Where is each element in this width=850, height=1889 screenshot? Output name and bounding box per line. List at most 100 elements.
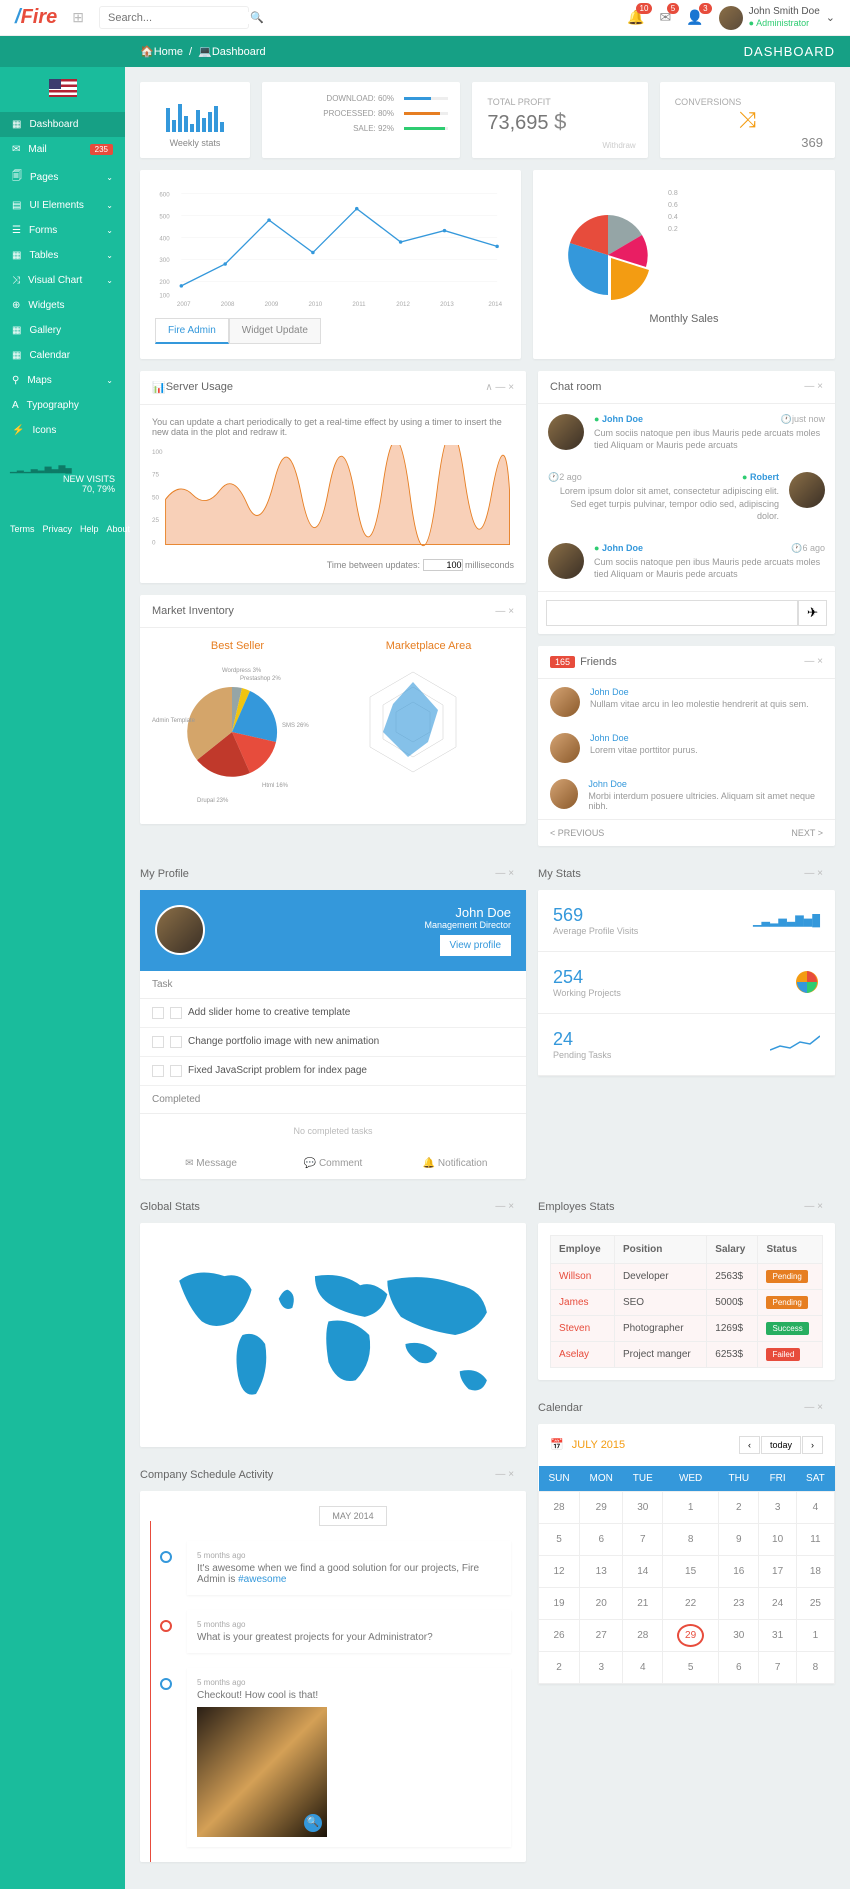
sidebar-item-gallery[interactable]: ▦Gallery — [0, 318, 125, 343]
notif-bell[interactable]: 🔔10 — [627, 9, 644, 26]
cal-cell[interactable]: 13 — [579, 1555, 623, 1587]
cal-cell[interactable]: 8 — [663, 1523, 719, 1555]
chat-name[interactable]: John Doe — [602, 543, 643, 553]
cal-cell[interactable]: 14 — [623, 1555, 663, 1587]
checkbox[interactable] — [152, 1007, 164, 1019]
cal-cell[interactable]: 7 — [759, 1651, 796, 1683]
cal-cell[interactable]: 27 — [579, 1619, 623, 1651]
footer-link-help[interactable]: Help — [80, 524, 99, 534]
sidebar-item-tables[interactable]: ▦Tables⌄ — [0, 243, 125, 268]
chat-input[interactable] — [546, 600, 798, 626]
home-icon[interactable]: 🏠 — [140, 45, 154, 58]
sidebar-item-ui-elements[interactable]: ▤UI Elements⌄ — [0, 193, 125, 218]
cal-cell[interactable]: 5 — [663, 1651, 719, 1683]
search-field[interactable] — [108, 12, 250, 24]
sidebar-item-icons[interactable]: ⚡Icons — [0, 418, 125, 443]
cal-prev[interactable]: ‹ — [739, 1436, 760, 1454]
cal-cell[interactable]: 20 — [579, 1587, 623, 1619]
sidebar-item-pages[interactable]: 🗐Pages⌄ — [0, 162, 125, 193]
cal-cell[interactable]: 2 — [539, 1651, 580, 1683]
cal-cell[interactable]: 25 — [796, 1587, 834, 1619]
friend-item[interactable]: John DoeLorem vitae porttitor purus. — [538, 725, 835, 771]
friends-next[interactable]: NEXT > — [791, 828, 823, 838]
cal-cell[interactable]: 9 — [719, 1523, 759, 1555]
cal-today[interactable]: today — [761, 1436, 801, 1454]
checkbox[interactable] — [152, 1036, 164, 1048]
cal-cell[interactable]: 31 — [759, 1619, 796, 1651]
cal-cell[interactable]: 26 — [539, 1619, 580, 1651]
cal-cell[interactable]: 22 — [663, 1587, 719, 1619]
footer-link-terms[interactable]: Terms — [10, 524, 35, 534]
cal-next[interactable]: › — [802, 1436, 823, 1454]
cal-cell[interactable]: 18 — [796, 1555, 834, 1587]
friend-item[interactable]: John DoeMorbi interdum posuere ultricies… — [538, 771, 835, 819]
search-input[interactable]: 🔍 — [99, 6, 249, 29]
sidebar-item-calendar[interactable]: ▦Calendar — [0, 343, 125, 368]
task-item[interactable]: Change portfolio image with new animatio… — [140, 1028, 526, 1057]
cal-cell[interactable]: 17 — [759, 1555, 796, 1587]
cal-cell[interactable]: 11 — [796, 1523, 834, 1555]
sidebar-item-visual-chart[interactable]: ⤨Visual Chart⌄ — [0, 268, 125, 293]
cal-cell[interactable]: 2 — [719, 1491, 759, 1523]
cal-cell[interactable]: 10 — [759, 1523, 796, 1555]
cal-cell[interactable]: 6 — [719, 1651, 759, 1683]
cal-cell[interactable]: 5 — [539, 1523, 580, 1555]
task-item[interactable]: Fixed JavaScript problem for index page — [140, 1057, 526, 1086]
cal-cell[interactable]: 3 — [579, 1651, 623, 1683]
world-map[interactable] — [152, 1235, 514, 1435]
cal-cell[interactable]: 30 — [623, 1491, 663, 1523]
panel-controls[interactable]: — × — [804, 656, 823, 667]
flag-selector[interactable] — [0, 67, 125, 112]
cal-cell[interactable]: 24 — [759, 1587, 796, 1619]
panel-controls[interactable]: — × — [495, 1201, 514, 1212]
view-profile-button[interactable]: View profile — [440, 935, 512, 956]
sidebar-item-dashboard[interactable]: ▦Dashboard — [0, 112, 125, 137]
panel-controls[interactable]: — × — [804, 381, 823, 392]
cal-cell[interactable]: 19 — [539, 1587, 580, 1619]
cal-cell[interactable]: 1 — [796, 1619, 834, 1651]
breadcrumb-page[interactable]: Dashboard — [212, 46, 266, 58]
panel-controls[interactable]: — × — [495, 868, 514, 879]
cal-cell[interactable]: 4 — [796, 1491, 834, 1523]
user-menu[interactable]: John Smith Doe ● Administrator ⌄ — [719, 6, 835, 30]
timeline-image[interactable]: 🔍 — [197, 1707, 327, 1837]
cal-cell[interactable]: 28 — [623, 1619, 663, 1651]
panel-controls[interactable]: — × — [804, 1402, 823, 1413]
panel-controls[interactable]: ∧ — × — [485, 382, 514, 393]
cal-cell[interactable]: 8 — [796, 1651, 834, 1683]
cal-cell[interactable]: 21 — [623, 1587, 663, 1619]
notif-user[interactable]: 👤3 — [686, 9, 703, 26]
footer-link-privacy[interactable]: Privacy — [43, 524, 73, 534]
chat-name[interactable]: Robert — [750, 472, 779, 482]
panel-controls[interactable]: — × — [804, 868, 823, 879]
sidebar-item-maps[interactable]: ⚲Maps⌄ — [0, 368, 125, 393]
notif-mail[interactable]: ✉5 — [659, 9, 671, 26]
zoom-icon[interactable]: 🔍 — [304, 1814, 322, 1832]
checkbox[interactable] — [170, 1007, 182, 1019]
sidebar-item-typography[interactable]: ATypography — [0, 393, 125, 418]
chat-name[interactable]: John Doe — [602, 414, 643, 424]
cal-cell[interactable]: 7 — [623, 1523, 663, 1555]
cal-cell[interactable]: 12 — [539, 1555, 580, 1587]
checkbox[interactable] — [152, 1065, 164, 1077]
chat-send-button[interactable]: ✈ — [798, 600, 827, 626]
cal-cell[interactable]: 15 — [663, 1555, 719, 1587]
breadcrumb-home[interactable]: Home — [154, 46, 183, 58]
sidebar-item-widgets[interactable]: ⊕Widgets — [0, 293, 125, 318]
panel-controls[interactable]: — × — [495, 1469, 514, 1480]
profile-action[interactable]: ✉ Message — [150, 1158, 272, 1169]
cal-cell[interactable]: 4 — [623, 1651, 663, 1683]
apps-icon[interactable]: ⊞ — [72, 9, 84, 26]
cal-cell[interactable]: 3 — [759, 1491, 796, 1523]
panel-controls[interactable]: — × — [495, 606, 514, 617]
cal-cell[interactable]: 29 — [663, 1619, 719, 1651]
cal-cell[interactable]: 30 — [719, 1619, 759, 1651]
checkbox[interactable] — [170, 1036, 182, 1048]
cal-cell[interactable]: 23 — [719, 1587, 759, 1619]
friends-prev[interactable]: < PREVIOUS — [550, 828, 604, 838]
panel-controls[interactable]: — × — [804, 1201, 823, 1212]
cal-cell[interactable]: 1 — [663, 1491, 719, 1523]
profile-action[interactable]: 💬 Comment — [272, 1158, 394, 1169]
update-interval-input[interactable] — [423, 559, 463, 571]
tab-fire-admin[interactable]: Fire Admin — [155, 318, 229, 344]
